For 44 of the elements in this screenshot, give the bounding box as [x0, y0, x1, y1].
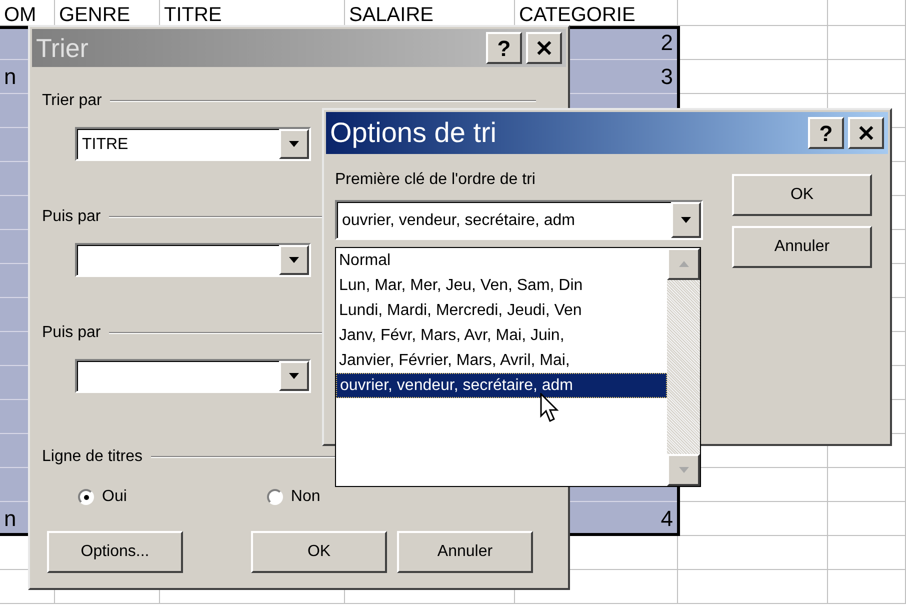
- radio-label: Non: [290, 487, 320, 507]
- group-label: Puis par: [42, 207, 101, 227]
- help-button[interactable]: ?: [808, 117, 844, 149]
- group-label: Puis par: [42, 323, 101, 343]
- list-item[interactable]: Janvier, Février, Mars, Avril, Mai,: [336, 348, 667, 373]
- radio-button[interactable]: [266, 489, 283, 505]
- close-button[interactable]: ✕: [526, 32, 562, 64]
- dropdown-field[interactable]: ouvrier, vendeur, secrétaire, adm: [335, 200, 703, 240]
- dropdown-arrow-icon: [289, 373, 299, 379]
- scrollbar[interactable]: [667, 248, 700, 486]
- group-label: Trier par: [42, 91, 102, 111]
- list-item[interactable]: Lundi, Mardi, Mercredi, Jeudi, Ven: [336, 298, 667, 323]
- help-button[interactable]: ?: [486, 32, 522, 64]
- list-item[interactable]: Janv, Févr, Mars, Avr, Mai, Juin,: [336, 323, 667, 348]
- ok-button[interactable]: OK: [251, 531, 387, 573]
- column-header: CATEGORIE: [519, 5, 636, 25]
- column-header: SALAIRE: [349, 5, 434, 25]
- group-label: Ligne de titres: [42, 447, 143, 467]
- dropdown-arrow-icon: [681, 217, 691, 223]
- dropdown-field[interactable]: [75, 359, 311, 393]
- column-header: OM: [4, 5, 36, 25]
- list-item[interactable]: ouvrier, vendeur, secrétaire, adm: [336, 373, 667, 398]
- scroll-up-icon: [678, 261, 688, 267]
- radio-label: Oui: [102, 487, 127, 507]
- field-label: Première clé de l'ordre de tri: [335, 170, 536, 190]
- cancel-button[interactable]: Annuler: [732, 226, 872, 268]
- cancel-button[interactable]: Annuler: [397, 531, 533, 573]
- list-item[interactable]: Normal: [336, 248, 667, 273]
- dropdown-field[interactable]: TITRE: [75, 127, 311, 161]
- dropdown-arrow-icon: [678, 467, 688, 473]
- window-title: Options de tri: [330, 116, 497, 150]
- dropdown-arrow-icon: [289, 257, 299, 263]
- ok-button[interactable]: OK: [732, 174, 872, 216]
- close-button[interactable]: ✕: [848, 117, 884, 149]
- radio-button[interactable]: [78, 489, 94, 505]
- options-button[interactable]: Options...: [47, 531, 183, 573]
- dropdown-field[interactable]: [75, 243, 311, 277]
- list-item[interactable]: Lun, Mar, Mer, Jeu, Ven, Sam, Din: [336, 273, 667, 298]
- cursor-icon: [540, 393, 560, 423]
- dropdown-arrow-icon: [289, 141, 299, 147]
- scroll-up-button[interactable]: [667, 248, 700, 280]
- column-header: GENRE: [59, 5, 130, 25]
- scroll-down-button[interactable]: [667, 454, 700, 486]
- column-header: TITRE: [164, 5, 222, 25]
